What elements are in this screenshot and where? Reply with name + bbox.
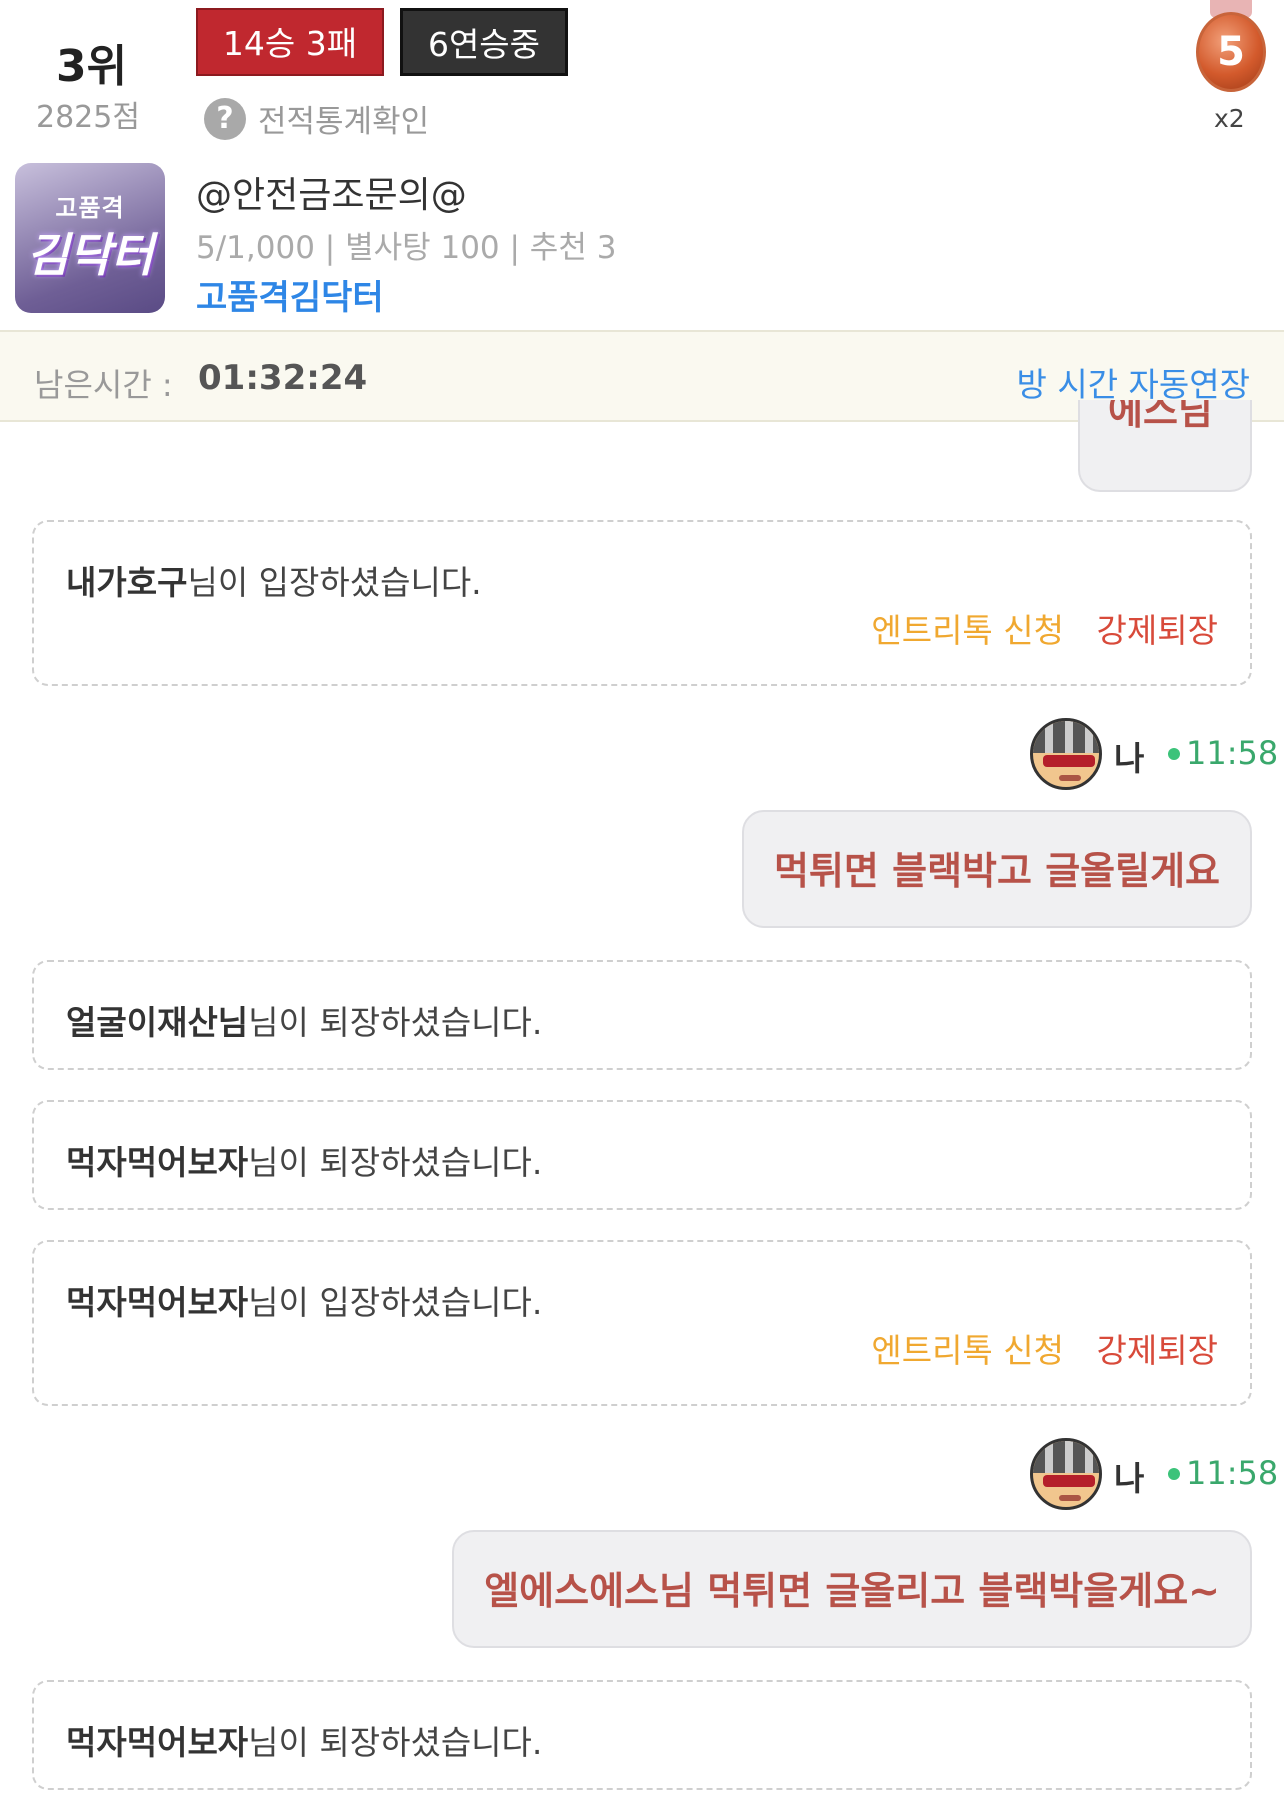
room-thumbnail[interactable]: 고품격 김닥터 bbox=[15, 163, 165, 313]
online-dot-icon bbox=[1168, 748, 1180, 760]
avatar[interactable] bbox=[1030, 718, 1102, 790]
notice-text: 먹자먹어보자님이 퇴장하셨습니다. bbox=[66, 1136, 542, 1184]
host-name-link[interactable]: 고품격김닥터 bbox=[196, 270, 384, 319]
entry-talk-request-link[interactable]: 엔트리톡 신청 bbox=[871, 604, 1064, 652]
online-dot-icon bbox=[1168, 1468, 1180, 1480]
notice-username: 먹자먹어보자 bbox=[66, 1283, 249, 1322]
notice-username: 먹자먹어보자 bbox=[66, 1723, 249, 1762]
message-meta: 나 11:58 bbox=[1030, 718, 1278, 790]
room-meta: 5/1,000 | 별사탕 100 | 추천 3 bbox=[196, 230, 617, 266]
thumbnail-title: 김닥터 bbox=[26, 228, 154, 282]
notice-text: 먹자먹어보자님이 입장하셨습니다. bbox=[66, 1276, 542, 1324]
avatar[interactable] bbox=[1030, 1438, 1102, 1510]
chat-bubble-text: 에스님 bbox=[1108, 400, 1213, 433]
system-notice: 내가호구님이 입장하셨습니다. 엔트리톡 신청 강제퇴장 bbox=[32, 520, 1252, 686]
system-notice: 먹자먹어보자님이 입장하셨습니다. 엔트리톡 신청 강제퇴장 bbox=[32, 1240, 1252, 1406]
rank-label: 3위 bbox=[56, 41, 128, 92]
system-notice: 먹자먹어보자님이 퇴장하셨습니다. bbox=[32, 1100, 1252, 1210]
notice-text: 얼굴이재산님님이 퇴장하셨습니다. bbox=[66, 996, 542, 1044]
entry-talk-request-link[interactable]: 엔트리톡 신청 bbox=[871, 1324, 1064, 1372]
notice-suffix: 님이 입장하셨습니다. bbox=[187, 563, 482, 602]
system-notice: 먹자먹어보자님이 퇴장하셨습니다. bbox=[32, 1680, 1252, 1790]
chat-bubble-partial: 에스님 bbox=[1078, 400, 1252, 492]
message-time: 11:58 bbox=[1186, 1454, 1279, 1492]
sender-name: 나 bbox=[1114, 739, 1145, 778]
auto-extend-link[interactable]: 방 시간 자동연장 bbox=[1017, 358, 1251, 406]
medal-icon: 5 bbox=[1196, 12, 1266, 92]
medal-count: x2 bbox=[1214, 104, 1245, 133]
win-loss-badge: 14승 3패 bbox=[196, 8, 384, 76]
notice-text: 먹자먹어보자님이 퇴장하셨습니다. bbox=[66, 1716, 542, 1764]
win-streak-badge: 6연승중 bbox=[400, 8, 568, 76]
chat-bubble: 먹튀면 블랙박고 글올릴게요 bbox=[742, 810, 1252, 928]
notice-suffix: 님이 입장하셨습니다. bbox=[248, 1283, 543, 1322]
notice-suffix: 님이 퇴장하셨습니다. bbox=[248, 1003, 543, 1042]
timer-value: 01:32:24 bbox=[198, 358, 368, 398]
chat-bubble: 엘에스에스님 먹튀면 글올리고 블랙박을게요~ bbox=[452, 1530, 1252, 1648]
kick-link[interactable]: 강제퇴장 bbox=[1097, 1324, 1218, 1372]
notice-username: 내가호구 bbox=[66, 563, 188, 602]
message-time: 11:58 bbox=[1186, 734, 1279, 772]
sender-name: 나 bbox=[1114, 1459, 1145, 1498]
timer-label: 남은시간 : bbox=[34, 366, 173, 404]
system-notice: 얼굴이재산님님이 퇴장하셨습니다. bbox=[32, 960, 1252, 1070]
question-icon[interactable]: ? bbox=[204, 98, 246, 140]
thumbnail-subtitle: 고품격 bbox=[55, 194, 125, 222]
notice-text: 내가호구님이 입장하셨습니다. bbox=[66, 556, 482, 604]
stats-link[interactable]: 전적통계확인 bbox=[258, 96, 429, 141]
message-meta: 나 11:58 bbox=[1030, 1438, 1278, 1510]
score-label: 2825점 bbox=[36, 100, 140, 135]
notice-username: 얼굴이재산님 bbox=[66, 1003, 249, 1042]
notice-suffix: 님이 퇴장하셨습니다. bbox=[248, 1143, 543, 1182]
notice-username: 먹자먹어보자 bbox=[66, 1143, 249, 1182]
room-title: @안전금조문의@ bbox=[196, 175, 467, 216]
kick-link[interactable]: 강제퇴장 bbox=[1097, 604, 1218, 652]
notice-suffix: 님이 퇴장하셨습니다. bbox=[248, 1723, 543, 1762]
